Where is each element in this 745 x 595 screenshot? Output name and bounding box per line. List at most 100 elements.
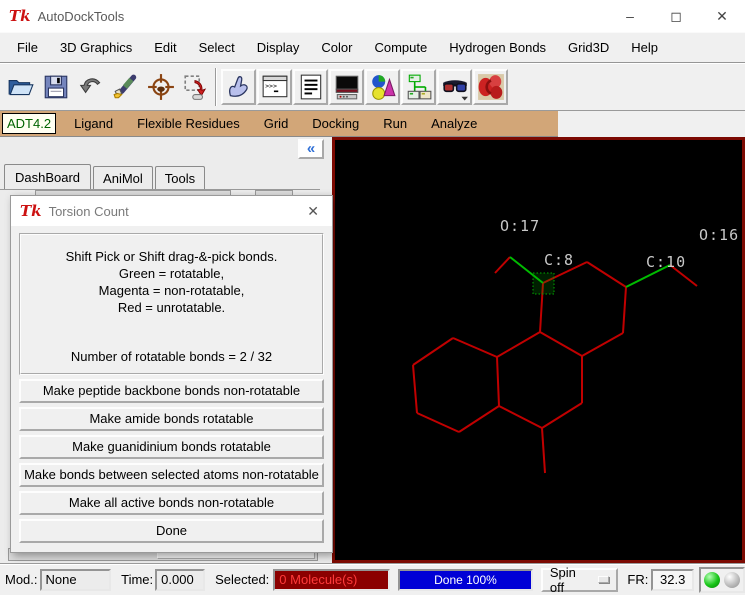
make-guanidinium-rotatable-button[interactable]: Make guanidinium bonds rotatable <box>19 435 324 459</box>
close-button[interactable]: ✕ <box>699 0 745 32</box>
python-shell-icon: >>> <box>262 75 287 98</box>
output-text-button[interactable] <box>293 69 328 105</box>
menu-file[interactable]: File <box>6 35 49 60</box>
rotatable-bond-count: Number of rotatable bonds = 2 / 32 <box>70 349 273 364</box>
make-selected-atoms-nonrotatable-button[interactable]: Make bonds between selected atoms non-ro… <box>19 463 324 487</box>
tk-dialog-icon: Tk <box>20 202 42 220</box>
spin-option-label: Spin off <box>549 564 576 595</box>
menu-grid3d[interactable]: Grid3D <box>557 35 620 60</box>
edit-marker-button[interactable] <box>108 69 143 105</box>
message-line-4: Red = unrotatable. <box>117 300 226 315</box>
fr-label: FR: <box>627 572 649 587</box>
python-shell-button[interactable]: >>> <box>257 69 292 105</box>
molecule-canvas: O:17 C:8 C:10 O:16 <box>412 217 739 474</box>
panel-collapse-button[interactable]: « <box>298 139 324 159</box>
make-peptide-backbone-nonrotatable-button[interactable]: Make peptide backbone bonds non-rotatabl… <box>19 379 324 403</box>
atom-label-o17: O:17 <box>500 217 540 235</box>
make-amide-rotatable-button[interactable]: Make amide bonds rotatable <box>19 407 324 431</box>
open-file-icon <box>8 80 34 96</box>
minimize-button[interactable]: – <box>607 0 653 32</box>
maximize-button[interactable]: ◻ <box>653 0 699 32</box>
spin-option-menu[interactable]: Spin off <box>540 564 619 595</box>
tab-animol[interactable]: AniMol <box>93 166 153 189</box>
tab-flexible-residues[interactable]: Flexible Residues <box>125 112 252 135</box>
edit-marker-icon <box>112 74 136 99</box>
dialog-close-button[interactable]: ✕ <box>303 201 323 222</box>
mode-tab-bar: ADT4.2 Ligand Flexible Residues Grid Doc… <box>0 111 558 137</box>
center-target-icon <box>147 74 174 100</box>
rubber-band-pick-button[interactable] <box>178 69 213 105</box>
selected-label: Selected: <box>215 572 270 587</box>
undo-button[interactable] <box>73 69 108 105</box>
progress-bar: Done 100% <box>398 568 533 591</box>
save-button[interactable] <box>38 69 73 105</box>
3d-viewer[interactable]: O:17 C:8 C:10 O:16 <box>332 137 745 563</box>
pick-hand-button[interactable] <box>221 69 256 105</box>
done-button[interactable]: Done <box>19 519 324 543</box>
adt-molecule-icon <box>477 74 504 100</box>
tab-grid[interactable]: Grid <box>252 112 301 135</box>
unrotatable-bonds <box>412 256 698 474</box>
dialog-body: Shift Pick or Shift drag-&-pick bonds. G… <box>11 226 332 543</box>
center-target-button[interactable] <box>143 69 178 105</box>
atom-label-c10: C:10 <box>646 253 686 271</box>
menu-edit[interactable]: Edit <box>143 35 187 60</box>
save-icon <box>44 75 67 99</box>
undo-icon <box>79 78 100 94</box>
torsion-count-dialog: Tk Torsion Count ✕ Shift Pick or Shift d… <box>10 195 333 553</box>
pick-hand-icon <box>228 76 248 97</box>
mod-field: None <box>39 568 112 591</box>
menu-bar: File 3D Graphics Edit Select Display Col… <box>0 32 745 63</box>
geometry-shapes-icon <box>371 75 396 100</box>
tab-tools[interactable]: Tools <box>154 166 206 189</box>
tab-adt42[interactable]: ADT4.2 <box>2 113 57 134</box>
open-file-button[interactable] <box>3 69 38 105</box>
window-controls: – ◻ ✕ <box>607 0 745 32</box>
picked-atom-highlight <box>532 272 555 295</box>
atom-label-o16: O:16 <box>699 226 739 244</box>
dialog-title: Torsion Count <box>48 203 129 219</box>
message-line-2: Green = rotatable, <box>118 266 225 281</box>
time-field: 0.000 <box>155 568 206 591</box>
window-title: AutoDockTools <box>37 8 125 24</box>
output-text-icon <box>300 74 321 100</box>
green-led-icon[interactable] <box>704 571 721 588</box>
tab-run[interactable]: Run <box>371 112 419 135</box>
menu-help[interactable]: Help <box>620 35 669 60</box>
option-menu-indicator-icon <box>597 576 610 583</box>
menu-color[interactable]: Color <box>310 35 363 60</box>
tab-dashboard[interactable]: DashBoard <box>4 164 92 189</box>
frame-rate-field: 32.3 <box>651 568 695 591</box>
tab-analyze[interactable]: Analyze <box>419 112 489 135</box>
dashboard-tree-button[interactable] <box>401 69 436 105</box>
rubber-band-pick-icon <box>183 75 206 100</box>
menu-select[interactable]: Select <box>188 35 246 60</box>
menu-hydrogen-bonds[interactable]: Hydrogen Bonds <box>438 35 557 60</box>
message-line-1: Shift Pick or Shift drag-&-pick bonds. <box>65 249 278 264</box>
toolbar: >>> <box>0 63 745 111</box>
geometry-shapes-button[interactable] <box>365 69 400 105</box>
led-indicator-panel <box>699 566 745 593</box>
atom-label-c8: C:8 <box>544 251 574 269</box>
dashboard-tree-icon <box>407 74 431 100</box>
display-device-icon <box>335 75 358 100</box>
make-all-active-nonrotatable-button[interactable]: Make all active bonds non-rotatable <box>19 491 324 515</box>
stereo-glasses-icon <box>442 80 468 101</box>
time-label: Time: <box>121 572 154 587</box>
adt-molecule-button[interactable] <box>473 69 508 105</box>
tk-app-icon: Tk <box>9 7 31 25</box>
mod-label: Mod.: <box>5 572 38 587</box>
tab-docking[interactable]: Docking <box>300 112 371 135</box>
title-bar: Tk AutoDockTools – ◻ ✕ <box>0 0 745 32</box>
dialog-title-bar[interactable]: Tk Torsion Count ✕ <box>11 196 332 226</box>
panel-tab-bar: DashBoard AniMol Tools <box>4 162 207 189</box>
menu-3d-graphics[interactable]: 3D Graphics <box>49 35 143 60</box>
tab-ligand[interactable]: Ligand <box>62 112 125 135</box>
svg-text:>>>: >>> <box>265 82 277 90</box>
gray-led-icon[interactable] <box>724 571 741 588</box>
menu-display[interactable]: Display <box>246 35 311 60</box>
stereo-glasses-button[interactable] <box>437 69 472 105</box>
autodocktools-window: Tk AutoDockTools – ◻ ✕ File 3D Graphics … <box>0 0 745 595</box>
menu-compute[interactable]: Compute <box>363 35 438 60</box>
display-device-button[interactable] <box>329 69 364 105</box>
